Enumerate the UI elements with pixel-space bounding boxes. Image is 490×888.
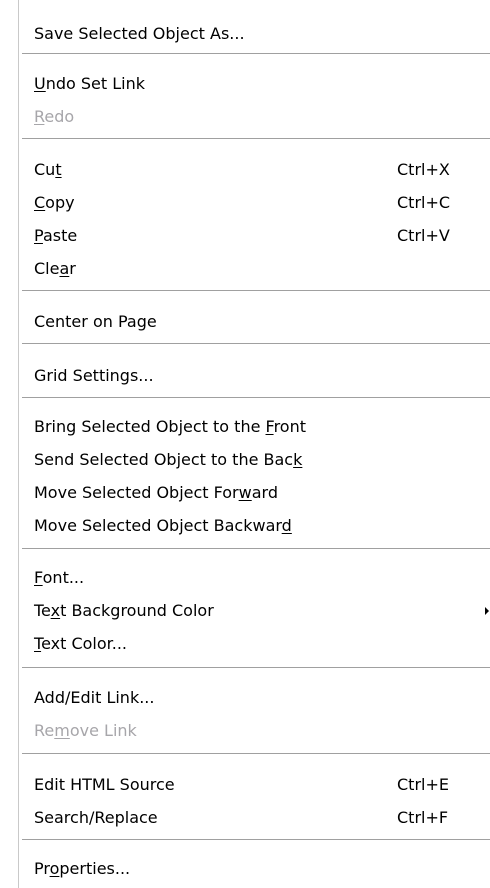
menu-item-label: Text Color... xyxy=(34,634,128,653)
menu-item-label: Text Background Color xyxy=(34,601,214,620)
menu-item-bring-to-front[interactable]: Bring Selected Object to the Front xyxy=(19,410,490,443)
menu-item-label: Font... xyxy=(34,568,85,587)
menu-item-font[interactable]: Font... xyxy=(19,561,490,594)
menu-item-move-forward[interactable]: Move Selected Object Forward xyxy=(19,476,490,509)
menu-item-redo: Redo xyxy=(19,100,490,133)
menu-item-search-replace[interactable]: Search/Replace Ctrl+F xyxy=(19,801,490,834)
menu-item-shortcut: Ctrl+E xyxy=(397,775,449,794)
menu-item-center-on-page[interactable]: Center on Page xyxy=(19,305,490,338)
menu-item-label: Redo xyxy=(34,107,75,126)
menu-item-undo[interactable]: Undo Set Link xyxy=(19,67,490,100)
submenu-arrow-icon xyxy=(485,607,489,615)
menu-separator xyxy=(22,138,490,139)
menu-item-label: Send Selected Object to the Back xyxy=(34,450,303,469)
edit-context-menu: Save Selected Object As... Undo Set Link… xyxy=(18,0,490,888)
menu-item-send-to-back[interactable]: Send Selected Object to the Back xyxy=(19,443,490,476)
menu-separator xyxy=(22,548,490,549)
menu-item-edit-html-source[interactable]: Edit HTML Source Ctrl+E xyxy=(19,768,490,801)
menu-item-move-backward[interactable]: Move Selected Object Backward xyxy=(19,509,490,542)
menu-item-label: Save Selected Object As... xyxy=(34,24,245,43)
menu-item-remove-link: Remove Link xyxy=(19,714,490,747)
menu-item-label: Edit HTML Source xyxy=(34,775,175,794)
menu-item-label: Clear xyxy=(34,259,76,278)
menu-item-label: Properties... xyxy=(34,859,131,878)
menu-item-label: Copy xyxy=(34,193,75,212)
menu-separator xyxy=(22,290,490,291)
menu-separator xyxy=(22,343,490,344)
menu-item-label: Move Selected Object Forward xyxy=(34,483,278,502)
menu-item-copy[interactable]: Copy Ctrl+C xyxy=(19,186,490,219)
menu-item-label: Grid Settings... xyxy=(34,366,154,385)
menu-item-paste[interactable]: Paste Ctrl+V xyxy=(19,219,490,252)
menu-item-save-selected-object-as[interactable]: Save Selected Object As... xyxy=(19,17,490,50)
menu-item-label: Search/Replace xyxy=(34,808,158,827)
menu-item-shortcut: Ctrl+X xyxy=(397,160,450,179)
menu-item-clear[interactable]: Clear xyxy=(19,252,490,285)
menu-item-label: Cut xyxy=(34,160,62,179)
menu-item-label: Center on Page xyxy=(34,312,157,331)
menu-item-label: Undo Set Link xyxy=(34,74,146,93)
menu-item-cut[interactable]: Cut Ctrl+X xyxy=(19,153,490,186)
menu-item-text-background-color[interactable]: Text Background Color xyxy=(19,594,490,627)
menu-item-label: Bring Selected Object to the Front xyxy=(34,417,306,436)
menu-item-shortcut: Ctrl+C xyxy=(397,193,451,212)
menu-item-label: Add/Edit Link... xyxy=(34,688,155,707)
menu-item-shortcut: Ctrl+F xyxy=(397,808,449,827)
menu-separator xyxy=(22,839,490,840)
menu-item-label: Paste xyxy=(34,226,78,245)
menu-item-shortcut: Ctrl+V xyxy=(397,226,450,245)
menu-item-properties[interactable]: Properties... xyxy=(19,852,490,885)
menu-separator xyxy=(22,753,490,754)
menu-item-grid-settings[interactable]: Grid Settings... xyxy=(19,359,490,392)
menu-item-label: Move Selected Object Backward xyxy=(34,516,292,535)
menu-item-add-edit-link[interactable]: Add/Edit Link... xyxy=(19,681,490,714)
menu-separator xyxy=(22,53,490,54)
menu-item-text-color[interactable]: Text Color... xyxy=(19,627,490,660)
menu-separator xyxy=(22,397,490,398)
menu-separator xyxy=(22,667,490,668)
menu-item-label: Remove Link xyxy=(34,721,137,740)
